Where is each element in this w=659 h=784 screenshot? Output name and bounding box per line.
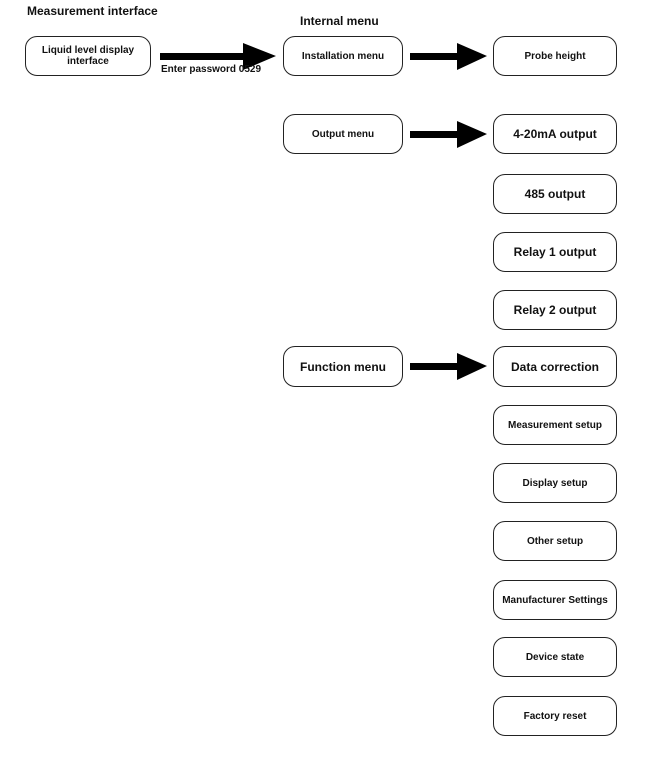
probe-height-box: Probe height [493,36,617,76]
display-setup-box: Display setup [493,463,617,503]
arrow-installation [410,43,487,70]
installation-menu-box: Installation menu [283,36,403,76]
data-correction-box: Data correction [493,346,617,387]
password-label: Enter password 0529 [161,64,262,75]
function-menu-box: Function menu [283,346,403,387]
measurement-setup-box: Measurement setup [493,405,617,445]
factory-reset-box: Factory reset [493,696,617,736]
other-setup-box: Other setup [493,521,617,561]
device-state-box: Device state [493,637,617,677]
output-menu-box: Output menu [283,114,403,154]
manufacturer-settings-box: Manufacturer Settings [493,580,617,620]
relay-1-output-box: Relay 1 output [493,232,617,272]
arrow-function [410,353,487,380]
heading-measurement-interface: Measurement interface [27,4,158,18]
output-485-box: 485 output [493,174,617,214]
relay-2-output-box: Relay 2 output [493,290,617,330]
heading-internal-menu: Internal menu [300,14,379,28]
arrow-output [410,121,487,148]
liquid-level-display-box: Liquid level display interface [25,36,151,76]
output-4-20ma-box: 4-20mA output [493,114,617,154]
